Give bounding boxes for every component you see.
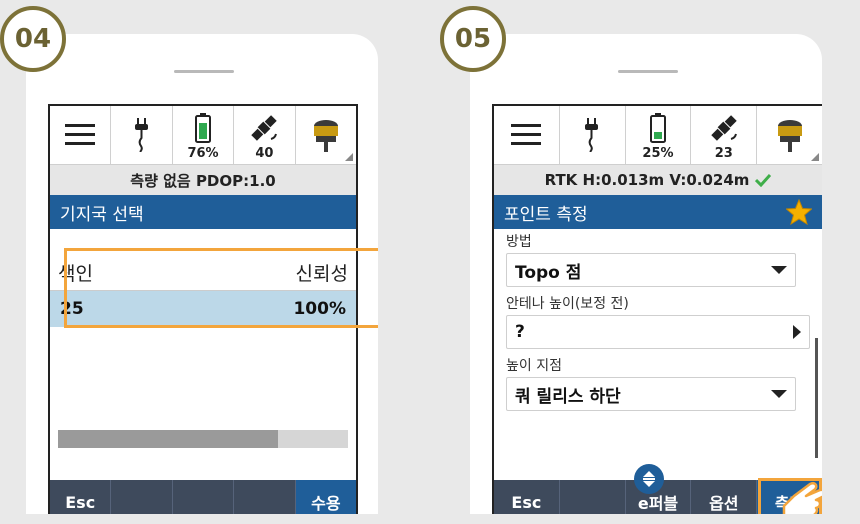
antenna-label: 안테나 높이(보정 전)	[506, 296, 629, 312]
gnss-receiver-icon	[777, 120, 802, 152]
battery-status[interactable]: 25%	[626, 106, 692, 164]
empty-button-1[interactable]	[111, 480, 173, 514]
battery-icon	[649, 113, 666, 143]
chevron-down-icon	[771, 390, 787, 398]
status-bar: 25% 23	[494, 106, 822, 165]
pointing-hand-icon	[782, 481, 822, 514]
accept-button[interactable]: 수용	[295, 480, 356, 514]
progress-fill	[58, 430, 279, 448]
height-point-dropdown[interactable]: 쿼 릴리스 하단	[506, 377, 796, 411]
chevron-right-icon[interactable]	[793, 325, 801, 339]
menu-button[interactable]	[50, 106, 112, 164]
empty-button-2[interactable]	[173, 480, 235, 514]
step-badge-04: 04	[0, 6, 66, 72]
antenna-value: ?	[515, 322, 525, 342]
speaker	[618, 70, 678, 73]
chevron-down-icon	[771, 266, 787, 274]
method-dropdown[interactable]: Topo 점	[506, 253, 796, 287]
gnss-receiver-icon	[313, 120, 338, 152]
satellite-status[interactable]: 40	[234, 106, 296, 164]
hamburger-icon	[65, 124, 96, 145]
info-text: RTK H:0.013m V:0.024m	[544, 171, 750, 189]
power-plug-icon	[585, 118, 599, 152]
method-value: Topo 점	[515, 262, 582, 283]
battery-percent: 76%	[187, 146, 219, 161]
antenna-height-field[interactable]: ?	[506, 315, 810, 349]
star-icon[interactable]	[786, 199, 812, 225]
info-bar: RTK H:0.013m V:0.024m	[494, 165, 822, 195]
phone-frame-2: 25% 23 RTK H:0.013m V:0.024m 포인트 측정 방법 T…	[470, 34, 822, 514]
empty-button[interactable]	[560, 480, 626, 514]
method-label: 방법	[506, 234, 532, 250]
esc-button[interactable]: Esc	[50, 480, 112, 514]
satellite-icon	[251, 115, 278, 141]
satellite-icon	[711, 115, 737, 141]
speaker	[174, 70, 234, 73]
info-bar: 측량 없음 PDOP:1.0	[50, 165, 356, 195]
corner-triangle	[345, 153, 354, 161]
corner-triangle	[810, 153, 819, 161]
expand-handle[interactable]	[634, 464, 664, 494]
page-title: 기지국 선택	[60, 204, 144, 225]
title-bar: 포인트 측정	[494, 195, 822, 229]
battery-percent: 25%	[642, 146, 674, 161]
power-status[interactable]	[111, 106, 173, 164]
power-status[interactable]	[560, 106, 626, 164]
power-plug-icon	[134, 118, 148, 152]
satellite-count: 40	[255, 146, 274, 161]
progress-bar	[58, 430, 348, 448]
title-bar: 기지국 선택	[50, 195, 356, 229]
status-bar: 76% 40	[50, 106, 356, 165]
satellite-status[interactable]: 23	[691, 106, 758, 164]
battery-status[interactable]: 76%	[173, 106, 235, 164]
bottom-bar: Esc 수용	[50, 480, 356, 514]
expand-arrows-icon	[643, 471, 655, 487]
receiver-status[interactable]	[296, 106, 356, 164]
receiver-status[interactable]	[757, 106, 822, 164]
esc-button[interactable]: Esc	[494, 480, 560, 514]
scrollbar[interactable]	[815, 338, 818, 458]
options-button[interactable]: 옵션	[691, 480, 758, 514]
checkmark-icon	[755, 173, 772, 187]
satellite-count: 23	[714, 146, 733, 161]
battery-icon	[195, 113, 212, 143]
page-title: 포인트 측정	[504, 204, 588, 225]
info-text: 측량 없음 PDOP:1.0	[130, 171, 276, 190]
empty-button-3[interactable]	[234, 480, 296, 514]
height-point-label: 높이 지점	[506, 358, 562, 374]
highlight-table	[64, 248, 378, 328]
screen-measure-point: 25% 23 RTK H:0.013m V:0.024m 포인트 측정 방법 T…	[492, 104, 822, 514]
phone-frame-1: 76% 40 측량 없음 PDOP:1.0 기지국 선택 색인 신뢰성 25 1…	[26, 34, 378, 514]
menu-button[interactable]	[494, 106, 560, 164]
step-badge-05: 05	[440, 6, 506, 72]
height-point-value: 쿼 릴리스 하단	[515, 386, 621, 407]
hamburger-icon	[511, 124, 542, 145]
